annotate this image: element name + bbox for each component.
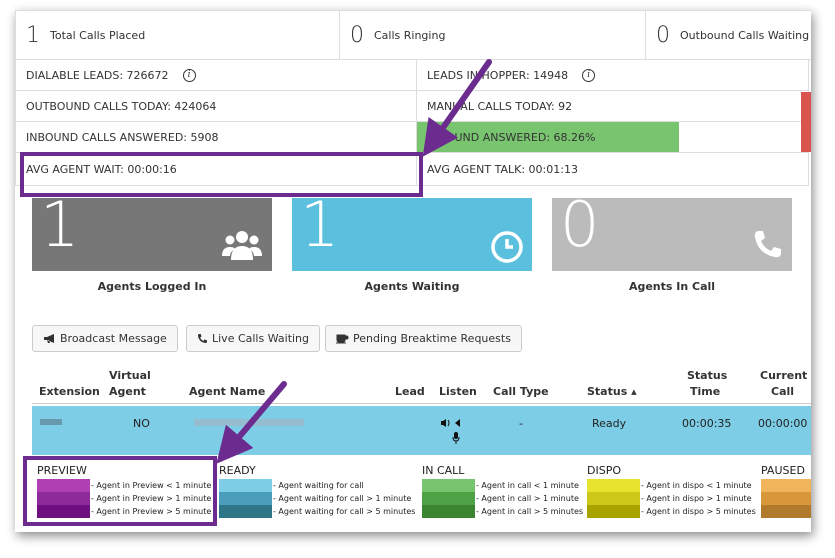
arrow-to-preview-legend <box>216 381 287 464</box>
arrow-to-avg-wait <box>422 59 492 157</box>
dashboard-window: 1 Total Calls Placed 0 Calls Ringing 0 O… <box>15 10 811 532</box>
annotation-arrows <box>216 59 492 464</box>
